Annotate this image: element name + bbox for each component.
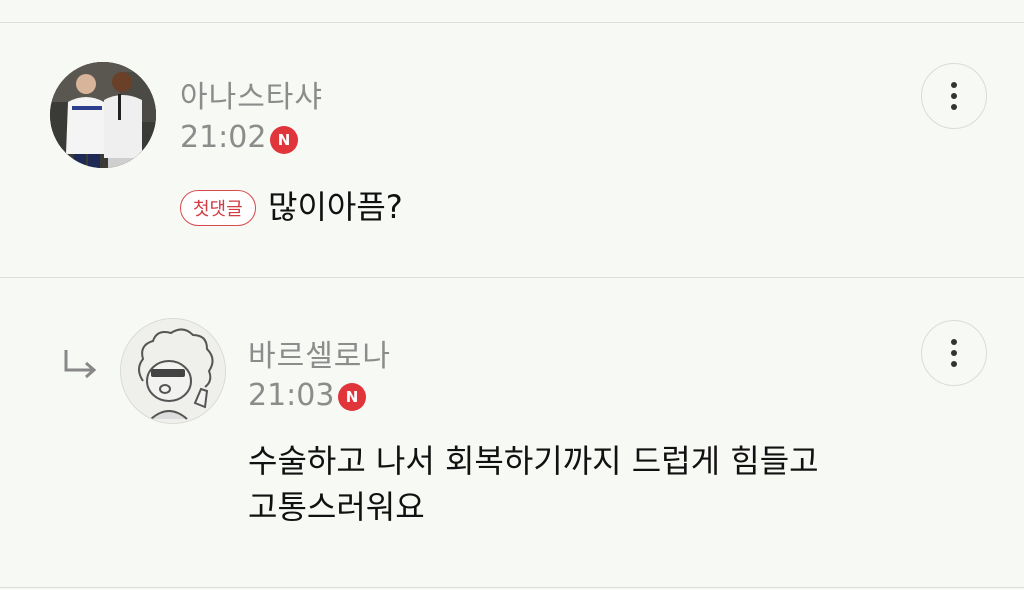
avatar[interactable]	[50, 62, 156, 168]
divider	[0, 22, 1024, 23]
username[interactable]: 아나스타샤	[180, 72, 323, 116]
more-dot-icon	[951, 104, 957, 110]
more-options-button[interactable]	[921, 320, 987, 386]
more-dot-icon	[951, 339, 957, 345]
more-dot-icon	[951, 361, 957, 367]
avatar[interactable]	[120, 318, 226, 424]
divider	[0, 277, 1024, 278]
timestamp: 21:02	[180, 120, 267, 155]
more-dot-icon	[951, 82, 957, 88]
username[interactable]: 바르셀로나	[248, 331, 391, 375]
comment-list: 아나스타샤 21:02 N 첫댓글 많이아픔? 바르셀로나 21:03 N 수술…	[0, 0, 1024, 590]
more-dot-icon	[951, 93, 957, 99]
reply-arrow-icon	[64, 350, 97, 379]
first-comment-tag: 첫댓글	[180, 190, 256, 226]
new-badge: N	[338, 383, 366, 411]
avatar-photo	[50, 62, 156, 168]
more-options-button[interactable]	[921, 63, 987, 129]
character-avatar-icon	[121, 319, 225, 423]
timestamp: 21:03	[248, 378, 335, 413]
comment-text: 많이아픔?	[268, 188, 403, 226]
comment-text: 수술하고 나서 회복하기까지 드럽게 힘들고 고통스러워요	[248, 442, 819, 526]
divider	[0, 587, 1024, 588]
new-badge: N	[270, 126, 298, 154]
more-dot-icon	[951, 350, 957, 356]
